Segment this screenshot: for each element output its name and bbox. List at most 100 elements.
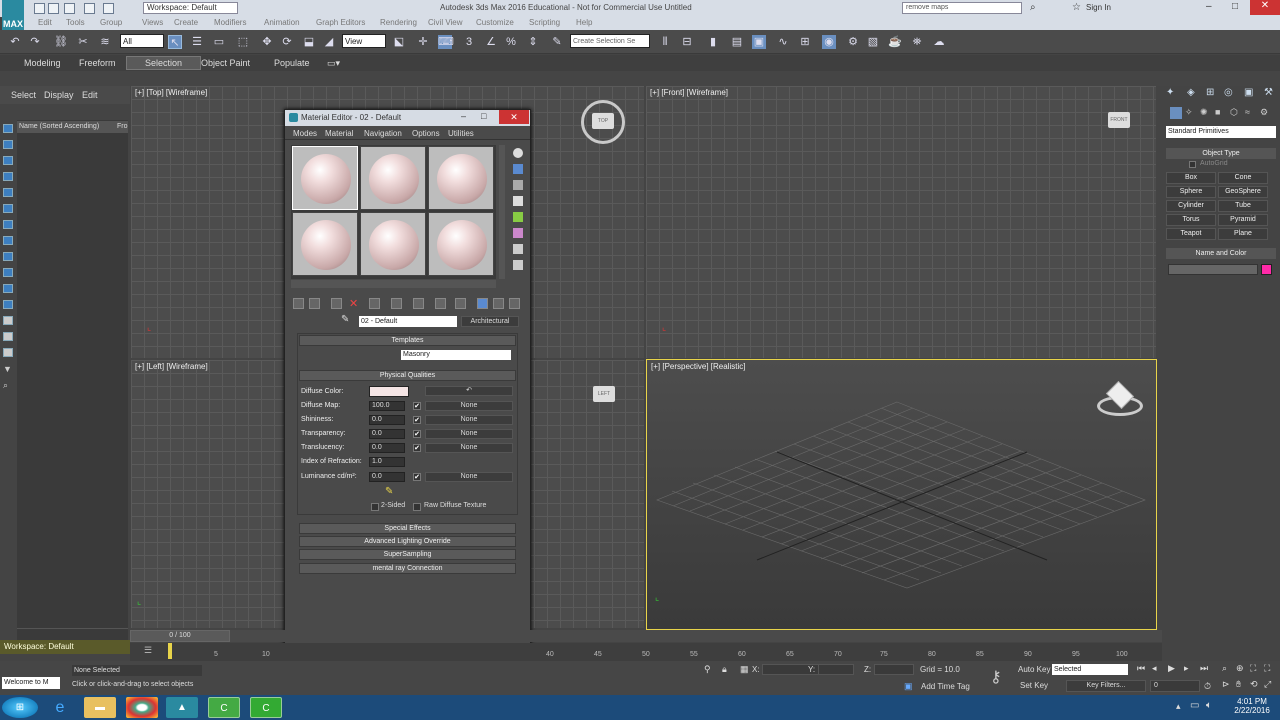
close-icon[interactable]: ✕ [1250,0,1280,15]
viewcube-top[interactable]: TOP [581,100,625,144]
menu-animation[interactable]: Animation [264,18,300,27]
go-forward-icon[interactable] [509,298,520,309]
menu-help[interactable]: Help [576,18,592,27]
display-geometry-icon[interactable] [3,172,13,181]
rendered-frame-icon[interactable]: ▧ [866,35,880,49]
cone-button[interactable]: Cone [1218,172,1268,184]
spacewarps-icon[interactable]: ≈ [1245,107,1250,117]
redo-icon[interactable] [103,3,114,14]
search-input[interactable]: remove maps [902,2,1022,14]
scene-list-scrollbar[interactable] [17,628,128,638]
display-shapes-icon[interactable] [3,188,13,197]
previous-frame-icon[interactable]: ◂ [1152,663,1157,674]
percent-snap-icon[interactable]: % [504,35,518,49]
assign-material-icon[interactable] [331,298,342,309]
torus-button[interactable]: Torus [1166,214,1216,226]
link-icon[interactable]: ⛓ [54,35,68,49]
viewport-front-label[interactable]: [+] [Front] [Wireframe] [650,88,728,97]
tube-button[interactable]: Tube [1218,200,1268,212]
go-to-start-icon[interactable]: ⏮ [1137,663,1145,674]
rectangular-selection-icon[interactable]: ▭ [212,35,226,49]
viewport-perspective[interactable]: [+] [Perspective] [Realistic] ⌞ [646,359,1157,630]
tab-selection[interactable]: Selection [126,56,202,70]
time-tag-icon[interactable]: ▣ [904,681,913,692]
advanced-lighting-header[interactable]: Advanced Lighting Override [299,536,516,547]
render-setup-icon[interactable]: ⚙ [846,35,860,49]
shininess-map-button[interactable]: None [425,415,513,425]
material-editor-title[interactable]: Material Editor - 02 - Default [285,110,530,126]
placement-icon[interactable]: ◢ [322,35,336,49]
scene-explorer-icon[interactable]: ▣ [752,35,766,49]
column-frozen[interactable]: Fro [117,121,128,133]
bind-spacewarp-icon[interactable]: ≋ [98,35,112,49]
set-key-button[interactable]: Set Key [1020,681,1048,690]
sign-in-link[interactable]: Sign In [1086,3,1111,12]
auto-key-button[interactable]: Auto Key [1018,665,1050,674]
display-lights-icon[interactable] [3,204,13,213]
show-map-icon[interactable] [455,298,466,309]
zoom-all-icon[interactable]: ⊕ [1236,663,1244,674]
new-icon[interactable] [34,3,45,14]
transparency-checkbox[interactable]: ✔ [413,430,421,438]
workspace-dropdown[interactable]: Workspace: Default [143,2,238,14]
internet-explorer-icon[interactable]: e [44,697,76,718]
scene-list-header[interactable]: Name (Sorted Ascending) Fro [17,121,128,133]
diffuse-map-button[interactable]: None [425,401,513,411]
zoom-extents-all-icon[interactable]: ⛶ [1264,663,1270,674]
shininess-checkbox[interactable]: ✔ [413,416,421,424]
material-type-button[interactable]: Architectural [461,316,519,327]
tab-modeling[interactable]: Modeling [24,58,61,68]
translucency-spinner[interactable]: 0.0 [369,443,405,453]
tray-arrow-icon[interactable]: ▴ [1176,701,1181,712]
align-icon[interactable]: ⊟ [680,35,694,49]
orbit-icon[interactable]: ⟲ [1250,679,1258,690]
menu-rendering[interactable]: Rendering [380,18,417,27]
camtasia-icon[interactable]: C [208,697,240,718]
minimize-icon[interactable]: – [1206,1,1212,12]
menu-views[interactable]: Views [142,18,163,27]
filter-icon[interactable]: ▼ [3,364,12,374]
maximize-viewport-icon[interactable]: ⤢ [1264,679,1271,690]
save-icon[interactable] [64,3,75,14]
maxscript-listener[interactable]: Welcome to M [2,677,60,689]
network-icon[interactable]: ▭ [1190,700,1199,711]
mirror-icon[interactable]: ⫴ [658,35,672,49]
transparency-map-button[interactable]: None [425,429,513,439]
object-name-input[interactable] [1168,264,1258,275]
luminance-sample-icon[interactable]: ✎ [385,486,393,497]
mini-curve-editor-icon[interactable]: ☰ [144,645,152,656]
search-icon[interactable]: ⌕ [1030,2,1036,13]
minimize-icon[interactable]: – [461,111,466,121]
material-name-dropdown[interactable]: 02 - Default [359,316,457,327]
transparency-spinner[interactable]: 0.0 [369,429,405,439]
sample-slot[interactable] [428,212,494,276]
menu-create[interactable]: Create [174,18,198,27]
backlight-icon[interactable] [513,164,523,174]
time-slider[interactable]: 0 / 100 [130,630,1162,642]
current-frame-marker[interactable] [168,643,172,659]
angle-snap-icon[interactable]: ∠ [484,35,498,49]
menu-navigation[interactable]: Navigation [364,129,402,138]
options-icon[interactable] [513,244,523,254]
pivot-icon[interactable]: ⬕ [392,35,406,49]
sample-slot-hscroll[interactable] [291,280,496,288]
select-all-icon[interactable] [3,124,13,133]
ribbon-options-icon[interactable]: ▭▾ [327,58,340,69]
display-groups-icon[interactable] [3,268,13,277]
physical-qualities-header[interactable]: Physical Qualities [299,370,516,381]
raw-diffuse-checkbox[interactable] [413,503,421,511]
named-selection-dropdown[interactable]: Create Selection Se [570,34,650,48]
open-icon[interactable] [48,3,59,14]
material-editor-icon[interactable]: ◉ [822,35,836,49]
template-dropdown[interactable]: Masonry [401,350,511,360]
get-material-icon[interactable] [293,298,304,309]
maximize-icon[interactable]: □ [1232,1,1238,12]
render-online-icon[interactable]: ☁ [932,35,946,49]
track-bar[interactable]: ☰ 5 10 40 45 50 55 60 65 70 75 80 85 90 … [130,643,1162,661]
category-dropdown[interactable]: Standard Primitives [1166,126,1276,138]
pyramid-button[interactable]: Pyramid [1218,214,1268,226]
utilities-tab-icon[interactable]: ⚒ [1264,87,1273,98]
special-effects-header[interactable]: Special Effects [299,523,516,534]
box-button[interactable]: Box [1166,172,1216,184]
reset-map-icon[interactable]: ✕ [349,297,358,310]
